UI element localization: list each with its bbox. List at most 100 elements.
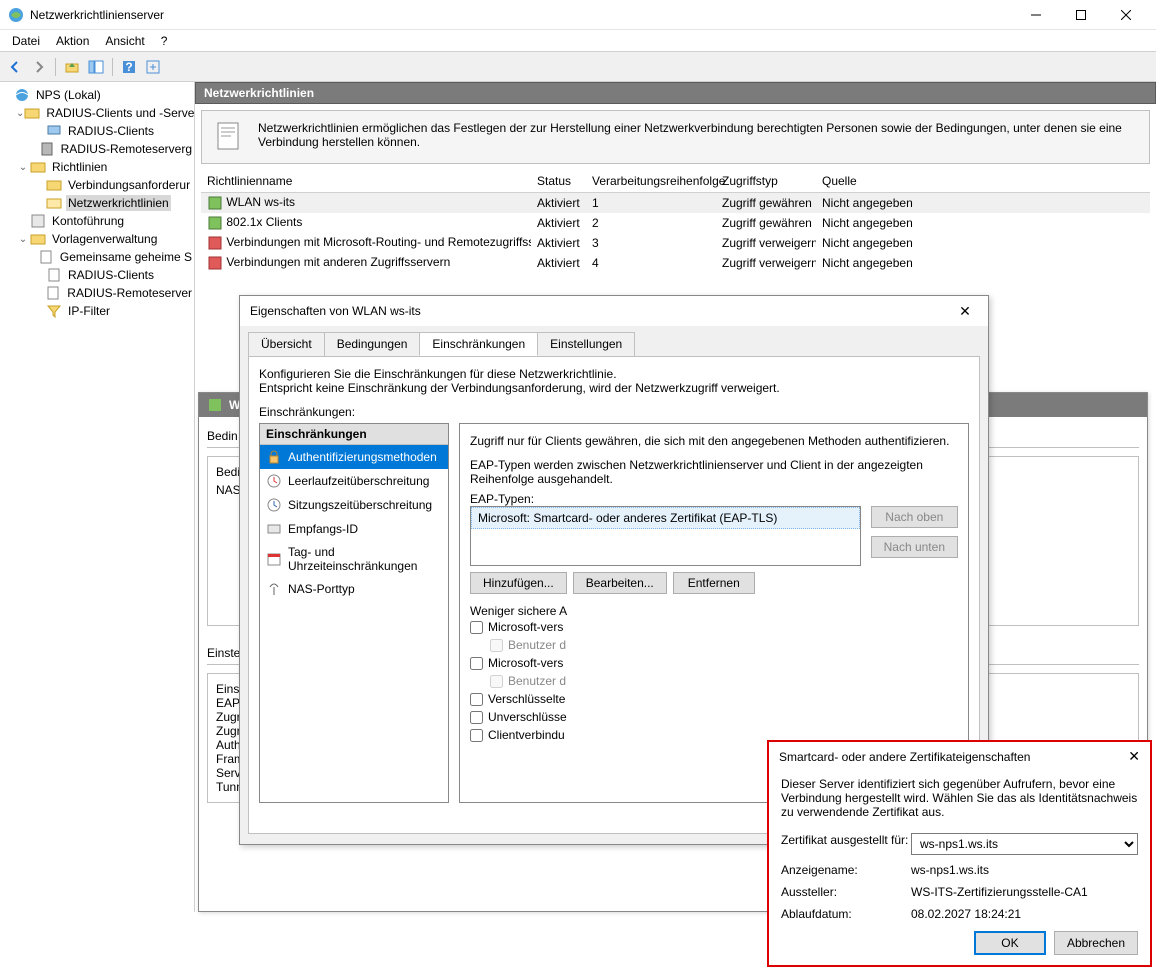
policy-icon <box>214 121 246 153</box>
cancel-button[interactable]: Abbrechen <box>1054 931 1138 955</box>
doc-icon <box>38 249 54 265</box>
constraint-idle-timeout[interactable]: Leerlaufzeitüberschreitung <box>260 469 448 493</box>
close-icon[interactable]: ✕ <box>1128 748 1140 765</box>
minimize-button[interactable] <box>1013 0 1058 29</box>
cert-issuer-label: Aussteller: <box>781 885 911 899</box>
constraint-daytime[interactable]: Tag- und Uhrzeiteinschränkungen <box>260 541 448 577</box>
col-name[interactable]: Richtlinienname <box>201 170 531 192</box>
doc-icon <box>46 267 62 283</box>
col-source[interactable]: Quelle <box>816 170 936 192</box>
constraint-auth-methods[interactable]: Authentifizierungsmethoden <box>260 445 448 469</box>
policy-row[interactable]: Verbindungen mit Microsoft-Routing- und … <box>201 233 1150 253</box>
col-access[interactable]: Zugriffstyp <box>716 170 816 192</box>
tab-constraints[interactable]: Einschränkungen <box>419 332 538 356</box>
toolbar: ? <box>0 52 1156 82</box>
eap-types-label: EAP-Typen: <box>470 492 958 506</box>
up-folder-button[interactable] <box>61 56 83 78</box>
check-pap[interactable]: Unverschlüsse <box>470 708 958 726</box>
chevron-down-icon[interactable]: ⌄ <box>16 108 24 119</box>
menubar: Datei Aktion Ansicht ? <box>0 30 1156 52</box>
constraint-nas-port[interactable]: NAS-Porttyp <box>260 577 448 601</box>
constraint-session-timeout[interactable]: Sitzungszeitüberschreitung <box>260 493 448 517</box>
folder-icon <box>30 231 46 247</box>
constraints-list-header: Einschränkungen <box>260 424 448 445</box>
cert-issued-for-select[interactable]: ws-nps1.ws.its <box>911 833 1138 855</box>
tab-settings[interactable]: Einstellungen <box>537 332 635 356</box>
col-status[interactable]: Status <box>531 170 586 192</box>
content-pane: Netzwerkrichtlinien Netzwerkrichtlinien … <box>195 82 1156 912</box>
tree-shared-secrets[interactable]: Gemeinsame geheime S <box>32 248 194 266</box>
add-button[interactable]: Hinzufügen... <box>470 572 567 594</box>
check-mschap2-pwchange[interactable]: Benutzer d <box>470 636 958 654</box>
eap-type-item[interactable]: Microsoft: Smartcard- oder anderes Zerti… <box>471 507 860 529</box>
detail-desc1: Zugriff nur für Clients gewähren, die si… <box>470 434 958 448</box>
tree-templates[interactable]: ⌄ Vorlagenverwaltung <box>16 230 194 248</box>
check-mschap2[interactable]: Microsoft-vers <box>470 618 958 636</box>
check-mschap1-pwchange[interactable]: Benutzer d <box>470 672 958 690</box>
tree-root[interactable]: NPS (Lokal) <box>0 86 194 104</box>
tab-overview[interactable]: Übersicht <box>248 332 325 356</box>
tree-radius-remote[interactable]: RADIUS-Remoteserverg <box>32 140 194 158</box>
policy-row[interactable]: 802.1x Clients Aktiviert 2 Zugriff gewäh… <box>201 213 1150 233</box>
col-order[interactable]: Verarbeitungsreihenfolge <box>586 170 716 192</box>
constraint-called-station[interactable]: Empfangs-ID <box>260 517 448 541</box>
policy-deny-icon <box>207 235 223 251</box>
tree-radius-clients-servers[interactable]: ⌄ RADIUS-Clients und -Serve <box>16 104 194 122</box>
policy-row[interactable]: Verbindungen mit anderen Zugriffsservern… <box>201 253 1150 273</box>
ok-button[interactable]: OK <box>974 931 1046 955</box>
refresh-button[interactable] <box>142 56 164 78</box>
back-button[interactable] <box>4 56 26 78</box>
accounting-icon <box>30 213 46 229</box>
policy-allow-icon <box>207 195 223 211</box>
show-hide-tree-button[interactable] <box>85 56 107 78</box>
tree-tpl-radius-remote[interactable]: RADIUS-Remoteserver <box>32 284 194 302</box>
menu-datei[interactable]: Datei <box>4 32 48 50</box>
check-chap[interactable]: Verschlüsselte <box>470 690 958 708</box>
edit-button[interactable]: Bearbeiten... <box>573 572 667 594</box>
move-down-button[interactable]: Nach unten <box>871 536 958 558</box>
menu-help[interactable]: ? <box>153 32 176 50</box>
menu-aktion[interactable]: Aktion <box>48 32 97 50</box>
calendar-icon <box>266 551 282 567</box>
folder-open-icon <box>46 195 62 211</box>
cert-displayname: ws-nps1.ws.its <box>911 863 1138 877</box>
policy-icon <box>207 397 223 413</box>
folder-icon <box>46 177 62 193</box>
cert-desc: Dieser Server identifiziert sich gegenüb… <box>781 777 1138 819</box>
titlebar: Netzwerkrichtlinienserver <box>0 0 1156 30</box>
tree-radius-clients[interactable]: RADIUS-Clients <box>32 122 194 140</box>
tree-ip-filter[interactable]: IP-Filter <box>32 302 194 320</box>
cert-displayname-label: Anzeigename: <box>781 863 911 877</box>
cert-dialog-title: Smartcard- oder andere Zertifikateigensc… <box>779 750 1128 764</box>
menu-ansicht[interactable]: Ansicht <box>97 32 152 50</box>
chevron-down-icon[interactable]: ⌄ <box>16 162 30 173</box>
app-icon <box>8 7 24 23</box>
folder-icon <box>24 105 40 121</box>
doc-icon <box>45 285 61 301</box>
maximize-button[interactable] <box>1058 0 1103 29</box>
close-icon[interactable]: ✕ <box>952 298 978 324</box>
forward-button[interactable] <box>28 56 50 78</box>
clock-icon <box>266 497 282 513</box>
tree-connection-request[interactable]: Verbindungsanforderur <box>32 176 194 194</box>
close-button[interactable] <box>1103 0 1148 29</box>
folder-icon <box>30 159 46 175</box>
detail-desc2: EAP-Typen werden zwischen Netzwerkrichtl… <box>470 458 958 486</box>
cert-issuer: WS-ITS-Zertifizierungsstelle-CA1 <box>911 885 1138 899</box>
antenna-icon <box>266 581 282 597</box>
tab-conditions[interactable]: Bedingungen <box>324 332 421 356</box>
remove-button[interactable]: Entfernen <box>673 572 755 594</box>
policy-row[interactable]: WLAN ws-its Aktiviert 1 Zugriff gewähren… <box>201 193 1150 213</box>
eap-types-list[interactable]: Microsoft: Smartcard- oder anderes Zerti… <box>470 506 861 566</box>
help-button[interactable]: ? <box>118 56 140 78</box>
filter-icon <box>46 303 62 319</box>
info-text: Netzwerkrichtlinien ermöglichen das Fest… <box>258 121 1137 153</box>
move-up-button[interactable]: Nach oben <box>871 506 958 528</box>
tree-policies[interactable]: ⌄ Richtlinien <box>16 158 194 176</box>
chevron-down-icon[interactable]: ⌄ <box>16 234 30 245</box>
check-mschap1[interactable]: Microsoft-vers <box>470 654 958 672</box>
clients-icon <box>46 123 62 139</box>
tree-accounting[interactable]: Kontoführung <box>16 212 194 230</box>
tree-network-policies[interactable]: Netzwerkrichtlinien <box>32 194 194 212</box>
tree-tpl-radius-clients[interactable]: RADIUS-Clients <box>32 266 194 284</box>
